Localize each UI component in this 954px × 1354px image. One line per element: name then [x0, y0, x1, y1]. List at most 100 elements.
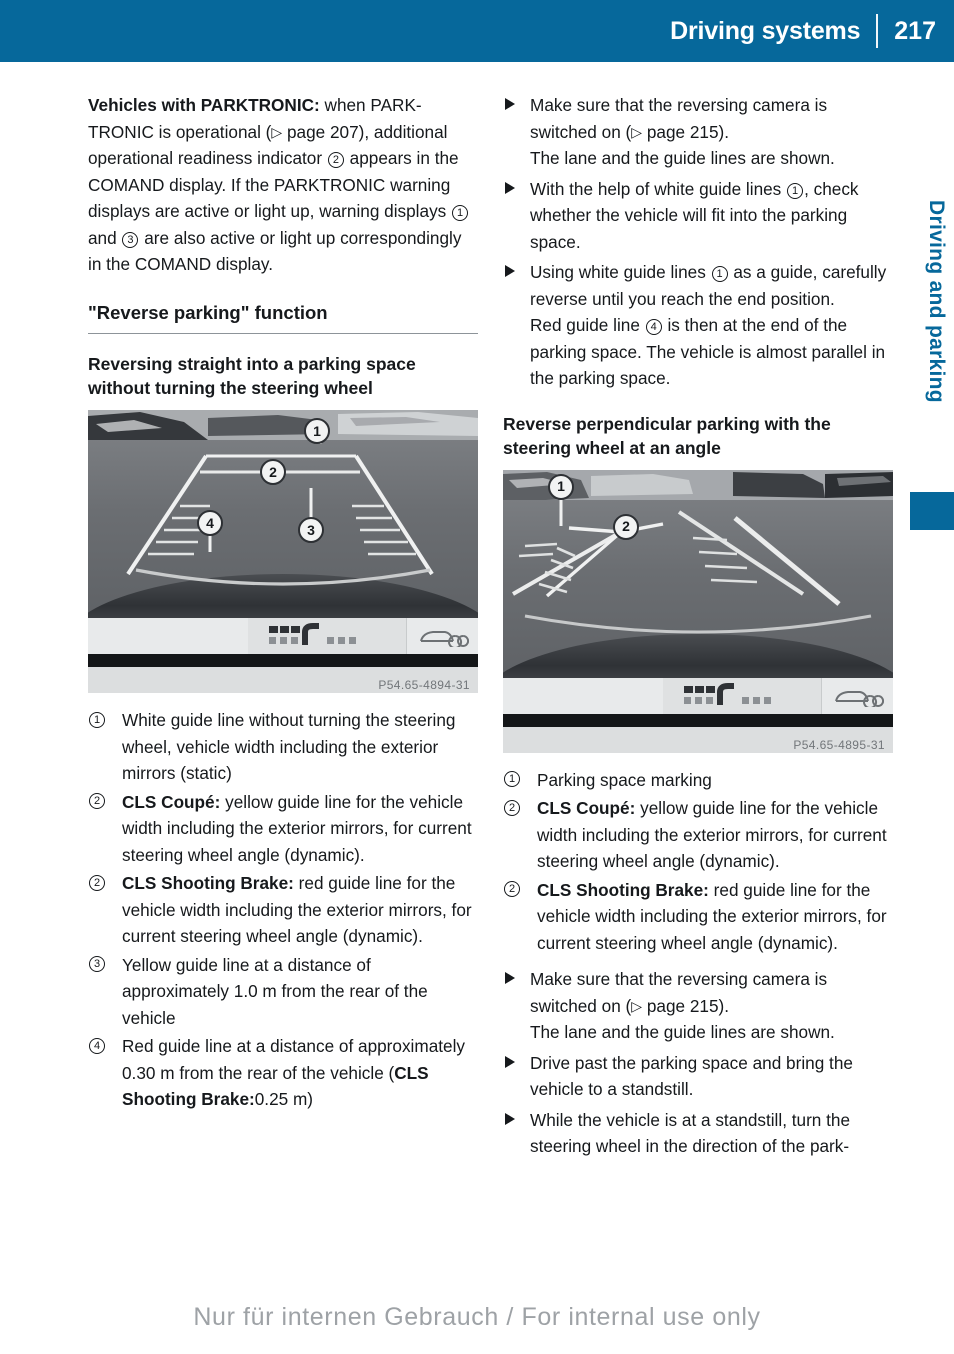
step-text-2: page 215). — [642, 995, 730, 1016]
manual-page: Driving systems 217 Driving and parking … — [0, 0, 954, 1354]
step-item: While the vehicle is at a standstill, tu… — [503, 1107, 893, 1160]
legend-marker: 1 — [504, 771, 520, 787]
figure-2-code: P54.65-4895-31 — [793, 737, 885, 752]
legend-bold: CLS Shooting Brake: — [122, 873, 294, 893]
parktronic-bars-icon — [269, 623, 356, 645]
step-text-2: page 215). — [642, 121, 730, 142]
left-column: Vehicles with PARKTRONIC: when PARK-TRON… — [88, 92, 478, 1115]
page-reference-icon: ▷ — [631, 997, 643, 1014]
figure-2-code-strip: P54.65-4895-31 — [503, 726, 893, 753]
figure-2-black-band — [503, 713, 893, 727]
right-column: Make sure that the reversing camera is s… — [503, 92, 893, 1164]
step-arrow-icon — [505, 972, 515, 984]
step-item: With the help of white guide lines 1, ch… — [503, 176, 893, 256]
step-note-pre: Red guide line — [530, 315, 645, 335]
callout-ref-4: 4 — [645, 319, 662, 335]
step-text-1: Drive past the parking space and bring t… — [530, 1052, 853, 1100]
legend-bold: CLS Shooting Brake: — [537, 879, 709, 900]
figure-1-black-band — [88, 654, 478, 667]
figure-1-legend: 1 White guide line without turning the st… — [88, 707, 478, 1113]
page-title: Driving systems — [670, 16, 861, 45]
figure-2-guide-lines — [512, 497, 872, 633]
step-arrow-icon — [505, 1055, 515, 1068]
step-item: Make sure that the reversing camera is s… — [503, 92, 893, 172]
legend-text: White guide line without turning the ste… — [122, 710, 456, 783]
step-item: Make sure that the reversing camera is s… — [503, 966, 893, 1046]
figure-2-osd-camera-indicator — [821, 677, 893, 714]
figure-1-osd-camera-indicator — [406, 618, 478, 654]
legend-marker: 2 — [504, 881, 520, 897]
figure-2-photo: 1 2 — [503, 469, 893, 678]
figure-reverse-perpendicular: 1 2 P54.65-4895-31 — [503, 469, 893, 753]
legend-item: 3 Yellow guide line at a distance of appr… — [88, 952, 478, 1032]
page-number: 217 — [894, 16, 936, 45]
step-item: Using white guide lines 1 as a guide, ca… — [503, 259, 893, 392]
figure-1-osd-bar — [88, 618, 478, 654]
rear-view-car-icon — [419, 631, 469, 647]
figure-1-callout-2: 2 — [260, 459, 286, 485]
legend-tail: 0.25 m) — [254, 1089, 314, 1109]
subheading-reverse-perpendicular: Reverse perpendicular parking with the s… — [503, 413, 831, 458]
legend-item: 1 Parking space marking — [503, 767, 893, 794]
figure-1-callout-1: 1 — [304, 418, 330, 444]
section-heading-reverse-parking: "Reverse parking" function — [88, 300, 478, 334]
step-text-1: Using white guide lines — [530, 262, 711, 282]
legend-item: 1 White guide line without turning the st… — [88, 707, 478, 787]
callout-ref-2: 2 — [327, 152, 344, 168]
page-reference-icon: ▷ — [271, 123, 283, 140]
legend-marker: 2 — [504, 799, 520, 816]
figure-2-legend: 1 Parking space marking 2 CLS Coupé: yello… — [503, 767, 893, 957]
header-content: Driving systems 217 — [670, 0, 954, 62]
legend-marker: 1 — [89, 711, 105, 728]
rear-view-car-icon — [834, 690, 884, 707]
step-arrow-icon — [505, 265, 515, 277]
legend-marker: 2 — [89, 874, 105, 891]
figure-reversing-straight: 1 2 3 4 P54.65-4894-31 — [88, 410, 478, 693]
figure-1-code-strip: P54.65-4894-31 — [88, 667, 478, 693]
figure-2-callout-1: 1 — [548, 473, 574, 500]
legend-item: 2 CLS Shooting Brake: red guide line for … — [88, 870, 478, 950]
step-text-1: While the vehicle is at a standstill, tu… — [530, 1109, 851, 1157]
callout-ref-1: 1 — [452, 205, 469, 221]
callout-ref-1: 1 — [787, 182, 804, 199]
legend-item: 4 Red guide line at a distance of approxi… — [88, 1033, 478, 1113]
figure-1-code: P54.65-4894-31 — [378, 678, 470, 692]
legend-marker: 3 — [89, 956, 105, 972]
footer-watermark: Nur für internen Gebrauch / For internal… — [193, 1303, 761, 1331]
chapter-side-tab: Driving and parking — [900, 200, 954, 620]
callout-ref-1: 1 — [711, 266, 728, 282]
step-arrow-icon — [505, 98, 515, 110]
subheading-reversing-straight: Reversing straight into a parking space … — [88, 354, 416, 398]
step-item: Drive past the parking space and bring t… — [503, 1050, 893, 1103]
chapter-side-tab-label: Driving and parking — [925, 200, 948, 403]
figure-1-callout-4: 4 — [197, 510, 223, 536]
step-text-1: With the help of white guide lines — [530, 178, 787, 199]
step-note: The lane and the guide lines are shown. — [530, 148, 835, 168]
callout-ref-3: 3 — [122, 231, 139, 248]
legend-marker: 4 — [89, 1037, 105, 1054]
chapter-side-tab-marker — [910, 492, 954, 530]
intro-paragraph: Vehicles with PARKTRONIC: when PARK-TRON… — [88, 92, 478, 278]
figure-2-osd-parktronic-indicator — [663, 677, 821, 714]
intro-text-4: and — [88, 227, 122, 248]
page-header: Driving systems 217 — [0, 0, 954, 62]
step-note: The lane and the guide lines are shown. — [530, 1022, 835, 1042]
legend-text: Parking space marking — [537, 769, 712, 790]
parktronic-bars-icon — [684, 682, 771, 705]
figure-1-guide-lines — [126, 430, 434, 586]
legend-marker: 2 — [89, 793, 105, 809]
figure-1-photo: 1 2 3 4 — [88, 410, 478, 618]
legend-item: 2 CLS Coupé: yellow guide line for the ve… — [503, 795, 893, 875]
figure-1-callout-3: 3 — [298, 517, 324, 543]
legend-bold: CLS Coupé: — [537, 798, 636, 818]
legend-item: 2 CLS Coupé: yellow guide line for the ve… — [88, 789, 478, 869]
step-arrow-icon — [505, 181, 515, 194]
legend-text: Yellow guide line at a distance of appro… — [122, 954, 428, 1028]
header-divider — [876, 14, 879, 48]
figure-1-osd-parktronic-indicator — [248, 618, 406, 654]
page-reference-icon: ▷ — [631, 123, 643, 140]
step-arrow-icon — [505, 1112, 515, 1125]
intro-lead: Vehicles with PARKTRONIC: — [88, 95, 320, 115]
legend-item: 2 CLS Shooting Brake: red guide line for … — [503, 877, 893, 957]
figure-2-callout-2: 2 — [613, 513, 639, 540]
